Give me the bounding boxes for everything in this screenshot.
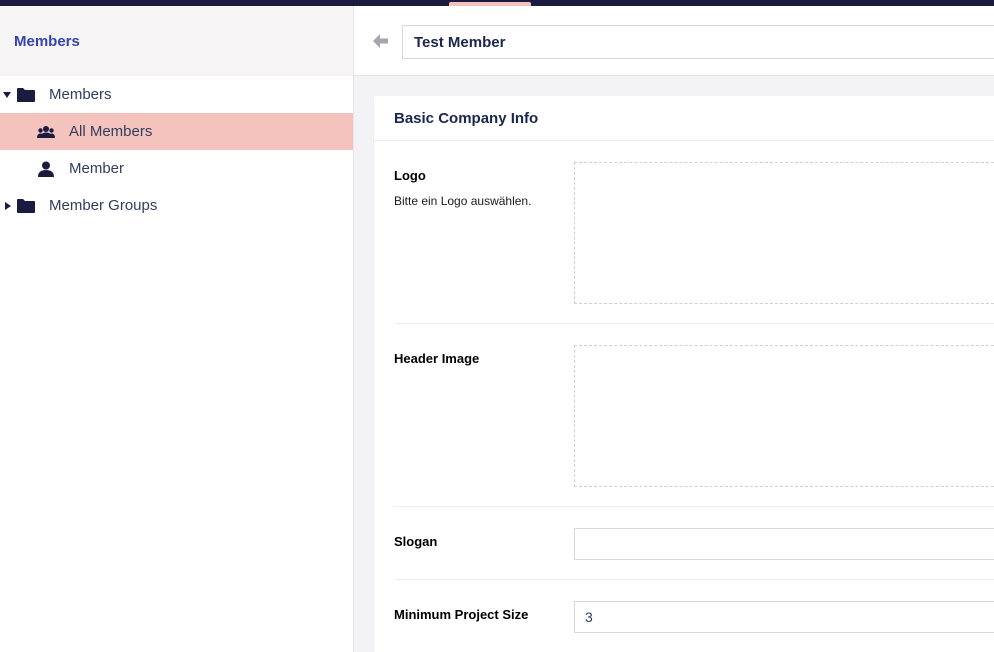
panel-title: Basic Company Info — [394, 109, 539, 127]
sidebar-title: Members — [14, 32, 80, 50]
property-label: Header Image — [394, 351, 480, 366]
tree-item-label: Member Groups — [49, 197, 158, 214]
member-tree: Members All Members Member Member Groups — [0, 76, 353, 224]
tree-item-label: Members — [49, 86, 112, 103]
property-label: Slogan — [394, 534, 438, 549]
member-name-input[interactable] — [402, 25, 994, 59]
property-header-image: Header Image — [394, 324, 994, 507]
caret-right-icon[interactable] — [5, 201, 11, 210]
tree-item-member-groups[interactable]: Member Groups — [0, 187, 353, 224]
tree-item-members[interactable]: Members — [0, 76, 353, 113]
tree-item-label: Member — [69, 160, 125, 177]
property-minimum-project-size: Minimum Project Size — [394, 580, 994, 652]
slogan-input[interactable] — [574, 528, 994, 560]
header-image-picker[interactable] — [574, 345, 994, 487]
folder-icon — [17, 197, 35, 215]
logo-image-picker[interactable] — [574, 162, 994, 304]
users-icon — [36, 123, 56, 141]
tree-item-label: All Members — [69, 123, 153, 140]
property-label: Minimum Project Size — [394, 607, 529, 622]
arrow-left-icon[interactable] — [373, 34, 389, 48]
folder-icon — [17, 86, 35, 104]
tree-item-member[interactable]: Member — [0, 150, 353, 187]
property-label: Logo — [394, 168, 426, 183]
editor-header — [354, 6, 994, 76]
property-slogan: Slogan — [394, 507, 994, 580]
caret-down-icon[interactable] — [3, 91, 11, 98]
minimum-project-size-input[interactable] — [574, 601, 994, 633]
property-logo: Logo Bitte ein Logo auswählen. — [394, 141, 994, 324]
user-icon — [36, 160, 56, 178]
editor-content: Basic Company Info Logo Bitte ein Logo a… — [354, 76, 994, 652]
property-description: Bitte ein Logo auswählen. — [394, 194, 532, 208]
panel-header: Basic Company Info — [374, 96, 994, 141]
sidebar-header: Members — [0, 6, 353, 76]
tree-item-all-members[interactable]: All Members — [0, 113, 353, 150]
sidebar: Members Members All Members Member Membe… — [0, 6, 354, 652]
basic-company-info-panel: Basic Company Info Logo Bitte ein Logo a… — [374, 96, 994, 652]
